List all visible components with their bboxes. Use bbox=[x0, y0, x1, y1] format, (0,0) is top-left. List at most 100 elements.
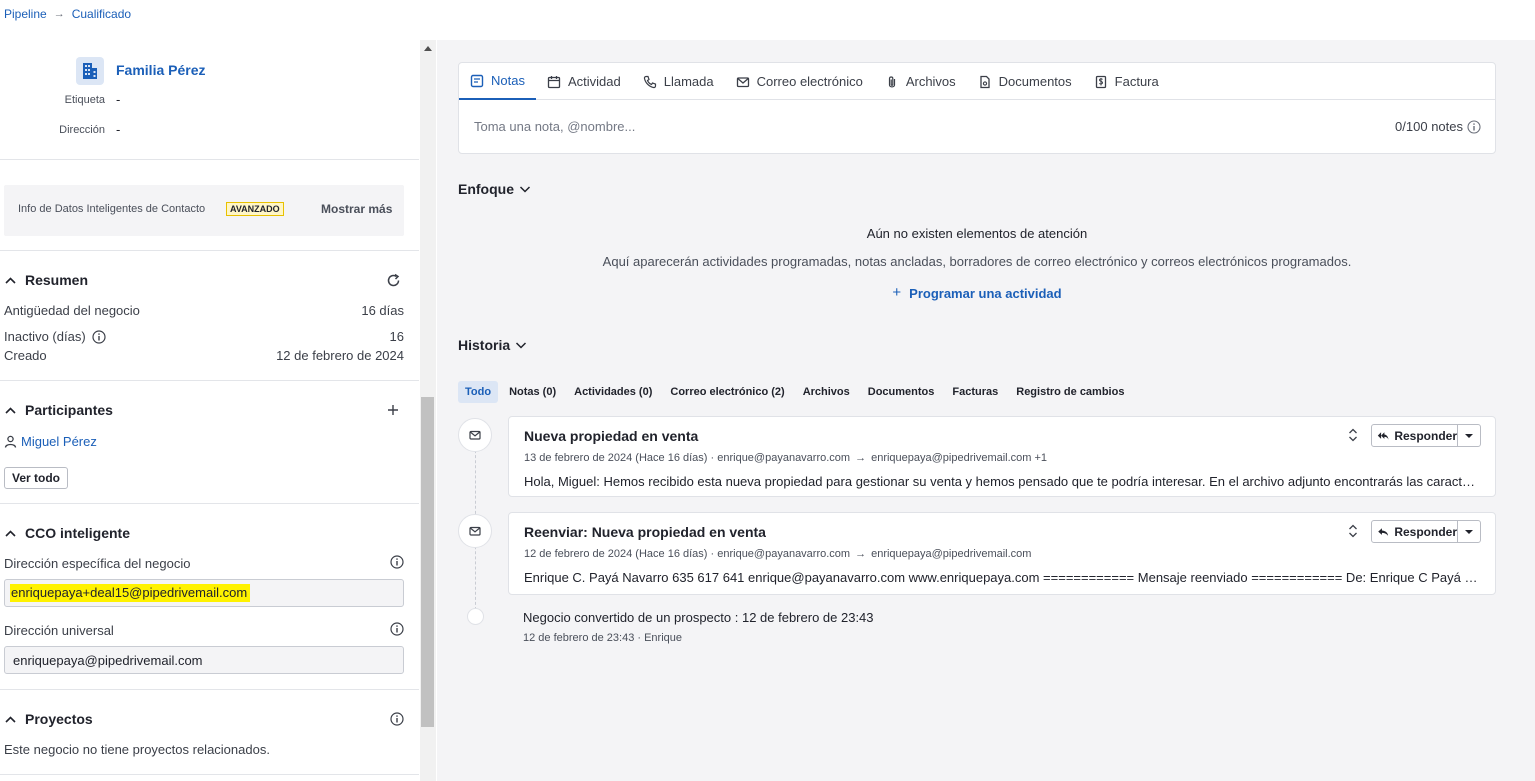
chevron-up-icon bbox=[5, 406, 16, 414]
tab-notes[interactable]: Notas bbox=[459, 63, 536, 100]
note-input[interactable]: Toma una nota, @nombre... bbox=[474, 119, 635, 134]
email-meta: 12 de febrero de 2024 (Hace 16 días) · e… bbox=[524, 548, 1031, 560]
expand-icon[interactable] bbox=[1347, 428, 1359, 442]
filter-email[interactable]: Correo electrónico (2) bbox=[663, 381, 791, 403]
envelope-icon bbox=[469, 526, 481, 536]
reply-dropdown-toggle[interactable] bbox=[1458, 425, 1480, 446]
chevron-up-icon bbox=[5, 529, 16, 537]
email-card[interactable]: Reenviar: Nueva propiedad en venta 12 de… bbox=[508, 512, 1496, 595]
chevron-down-icon bbox=[519, 186, 531, 193]
breadcrumb-stage-link[interactable]: Cualificado bbox=[72, 7, 131, 21]
show-more-button[interactable]: Mostrar más bbox=[321, 202, 392, 216]
envelope-icon bbox=[736, 76, 749, 87]
email-date-sender: 13 de febrero de 2024 (Hace 16 días) · e… bbox=[524, 452, 851, 464]
tab-files[interactable]: Archivos bbox=[874, 63, 967, 100]
breadcrumb-arrow-icon: → bbox=[53, 8, 65, 20]
filter-files[interactable]: Archivos bbox=[796, 381, 857, 403]
smart-bcc-section-toggle[interactable]: CCO inteligente bbox=[4, 525, 130, 541]
view-all-button[interactable]: Ver todo bbox=[4, 467, 69, 489]
top-bar: Pipeline → Cualificado bbox=[0, 0, 1535, 40]
email-subject[interactable]: Nueva propiedad en venta bbox=[524, 428, 698, 444]
focus-section-toggle[interactable]: Enfoque bbox=[458, 181, 531, 197]
address-field-value[interactable]: - bbox=[116, 122, 120, 137]
email-recipients: enriquepaya@pipedrivemail.com +1 bbox=[871, 452, 1048, 464]
email-timeline-icon bbox=[458, 418, 492, 452]
label-field-label: Etiqueta bbox=[64, 94, 105, 106]
tab-invoice[interactable]: Factura bbox=[1083, 63, 1170, 100]
note-count-text: 0/100 notes bbox=[1395, 119, 1463, 134]
history-section-toggle[interactable]: Historia bbox=[458, 337, 527, 353]
refresh-icon[interactable] bbox=[386, 273, 401, 288]
tab-documents[interactable]: Documentos bbox=[967, 63, 1083, 100]
filter-documents[interactable]: Documentos bbox=[861, 381, 942, 403]
scrollbar-thumb[interactable] bbox=[421, 397, 434, 727]
reply-split-button: Responder bbox=[1371, 520, 1481, 543]
divider bbox=[0, 380, 419, 381]
document-icon bbox=[980, 75, 990, 88]
filter-notes[interactable]: Notas (0) bbox=[502, 381, 563, 403]
universal-address-value: enriquepaya@pipedrivemail.com bbox=[13, 652, 203, 668]
tab-email[interactable]: Correo electrónico bbox=[725, 63, 874, 100]
summary-title: Resumen bbox=[25, 272, 89, 288]
email-subject[interactable]: Reenviar: Nueva propiedad en venta bbox=[524, 524, 766, 540]
email-date-sender: 12 de febrero de 2024 (Hace 16 días) · e… bbox=[524, 548, 851, 560]
reply-label: Responder bbox=[1394, 524, 1457, 539]
expand-icon[interactable] bbox=[1347, 524, 1359, 538]
divider bbox=[0, 689, 419, 690]
chevron-down-icon bbox=[516, 342, 527, 349]
tab-call-label: Llamada bbox=[663, 74, 714, 89]
info-icon[interactable] bbox=[92, 329, 106, 344]
filter-activities[interactable]: Actividades (0) bbox=[567, 381, 659, 403]
plus-icon: + bbox=[892, 284, 902, 301]
label-field-value[interactable]: - bbox=[116, 92, 120, 107]
specific-address-field[interactable]: enriquepaya+deal15@pipedrivemail.com bbox=[4, 579, 404, 607]
projects-empty-text: Este negocio no tiene proyectos relacion… bbox=[4, 742, 270, 757]
summary-section-toggle[interactable]: Resumen bbox=[4, 272, 88, 288]
reply-button[interactable]: Responder bbox=[1372, 425, 1458, 446]
envelope-icon bbox=[469, 430, 481, 440]
email-card[interactable]: Nueva propiedad en venta 13 de febrero d… bbox=[508, 416, 1496, 497]
deal-age-value: 16 días bbox=[361, 303, 404, 318]
tab-activity-label: Actividad bbox=[567, 74, 621, 89]
scroll-up-arrow-icon[interactable] bbox=[424, 46, 432, 51]
tab-call[interactable]: Llamada bbox=[632, 63, 725, 100]
deal-sidebar: Familia Pérez Etiqueta - Dirección - Inf… bbox=[0, 40, 419, 781]
tab-email-label: Correo electrónico bbox=[756, 74, 863, 89]
phone-icon bbox=[643, 75, 656, 88]
person-icon bbox=[4, 435, 17, 448]
specific-address-value: enriquepaya+deal15@pipedrivemail.com bbox=[10, 584, 251, 602]
schedule-activity-link[interactable]: + Programar una actividad bbox=[437, 284, 1517, 301]
sidebar-scrollbar[interactable] bbox=[420, 40, 436, 781]
projects-section-toggle[interactable]: Proyectos bbox=[4, 711, 93, 727]
reply-split-button: Responder bbox=[1371, 424, 1481, 447]
main-content: Notas Actividad Llamada Correo electróni… bbox=[437, 40, 1535, 781]
reply-dropdown-toggle[interactable] bbox=[1458, 521, 1480, 542]
calendar-icon bbox=[547, 75, 561, 88]
tab-activity[interactable]: Actividad bbox=[536, 63, 632, 100]
info-icon[interactable] bbox=[390, 712, 404, 726]
info-icon[interactable] bbox=[390, 555, 404, 569]
filter-all[interactable]: Todo bbox=[458, 381, 499, 403]
universal-address-field[interactable]: enriquepaya@pipedrivemail.com bbox=[4, 646, 404, 674]
add-participant-icon[interactable] bbox=[386, 403, 400, 417]
participant-link[interactable]: Miguel Pérez bbox=[21, 434, 97, 449]
reply-all-icon bbox=[1377, 431, 1389, 440]
tab-invoice-label: Factura bbox=[1114, 74, 1159, 89]
divider bbox=[0, 159, 419, 160]
info-icon[interactable] bbox=[390, 622, 404, 636]
universal-address-label: Dirección universal bbox=[4, 623, 114, 638]
filter-invoices[interactable]: Facturas bbox=[945, 381, 1005, 403]
organization-name-link[interactable]: Familia Pérez bbox=[116, 62, 206, 78]
conversion-event-meta: 12 de febrero de 23:43 · Enrique bbox=[523, 632, 683, 644]
smart-bcc-title: CCO inteligente bbox=[25, 525, 131, 541]
building-icon bbox=[76, 57, 104, 85]
info-icon[interactable] bbox=[1467, 119, 1481, 134]
reply-button[interactable]: Responder bbox=[1372, 521, 1458, 542]
breadcrumb-pipeline-link[interactable]: Pipeline bbox=[4, 7, 47, 21]
schedule-activity-label: Programar una actividad bbox=[909, 286, 1062, 301]
filter-changelog[interactable]: Registro de cambios bbox=[1009, 381, 1131, 403]
smart-contact-data-box: Info de Datos Inteligentes de Contacto A… bbox=[4, 185, 404, 236]
participants-section-toggle[interactable]: Participantes bbox=[4, 402, 113, 418]
chevron-up-icon bbox=[5, 276, 16, 284]
history-filters: Todo Notas (0) Actividades (0) Correo el… bbox=[458, 381, 1135, 403]
